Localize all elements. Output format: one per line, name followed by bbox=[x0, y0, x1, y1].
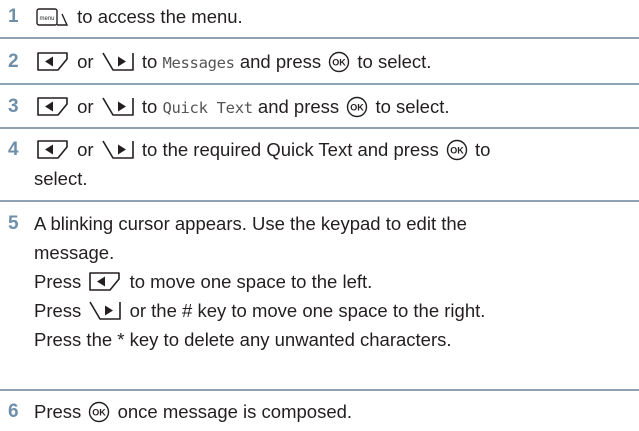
step-number: 3 bbox=[8, 96, 19, 117]
step-number: 6 bbox=[8, 401, 19, 422]
step-5-line-2: message. bbox=[34, 242, 115, 263]
and-press-text: and press bbox=[239, 51, 322, 72]
press-text: Press bbox=[34, 300, 82, 321]
menu-key-label: menu bbox=[39, 16, 54, 22]
left-arrow-key-icon bbox=[36, 96, 70, 118]
step-6: 6 Press OK once message is composed. bbox=[0, 391, 639, 431]
right-arrow-key-icon bbox=[101, 51, 135, 73]
step-number: 2 bbox=[8, 51, 19, 72]
step-2: 2 or to Messages and press OK to select. bbox=[0, 39, 639, 85]
to-text: to bbox=[475, 139, 491, 160]
step-number: 4 bbox=[8, 139, 19, 160]
left-arrow-key-icon bbox=[88, 271, 122, 293]
menu-target-quick-text: Quick Text bbox=[162, 99, 253, 117]
ok-key-icon: OK bbox=[346, 96, 368, 118]
left-arrow-key-icon bbox=[36, 139, 70, 161]
step-number: 5 bbox=[8, 213, 19, 234]
menu-target-messages: Messages bbox=[162, 54, 235, 72]
step-4-middle-text: to the required Quick Text and press bbox=[141, 139, 439, 160]
ok-key-icon: OK bbox=[446, 139, 468, 161]
menu-key-icon: menu bbox=[36, 6, 70, 28]
svg-text:OK: OK bbox=[333, 58, 347, 68]
to-select-text: to select. bbox=[375, 96, 450, 117]
step-4-line-2: select. bbox=[34, 168, 88, 189]
and-press-text: and press bbox=[257, 96, 340, 117]
press-text: Press bbox=[34, 401, 82, 422]
step-4: 4 or to the required Quick Text and pres… bbox=[0, 129, 639, 202]
instruction-steps: 1 menu to access the menu. 2 or to Messa… bbox=[0, 0, 639, 431]
or-text: or bbox=[77, 139, 94, 160]
ok-key-icon: OK bbox=[328, 51, 350, 73]
right-arrow-key-icon bbox=[101, 96, 135, 118]
move-left-text: to move one space to the left. bbox=[129, 271, 373, 292]
or-text: or bbox=[77, 96, 94, 117]
ok-key-icon: OK bbox=[88, 401, 110, 423]
or-text: or bbox=[77, 51, 94, 72]
step-5-line-4: Press or the # key to move one space to … bbox=[34, 296, 635, 325]
step-4-line-1: or to the required Quick Text and press … bbox=[34, 135, 635, 164]
to-select-text: to select. bbox=[357, 51, 432, 72]
step-5-line-3: Press to move one space to the left. bbox=[34, 267, 635, 296]
step-1: 1 menu to access the menu. bbox=[0, 0, 639, 39]
step-5-line-5: Press the * key to delete any unwanted c… bbox=[34, 329, 452, 350]
svg-text:OK: OK bbox=[93, 408, 107, 418]
step-5-line-1: A blinking cursor appears. Use the keypa… bbox=[34, 213, 467, 234]
press-text: Press bbox=[34, 271, 82, 292]
step-3: 3 or to Quick Text and press OK to selec… bbox=[0, 85, 639, 129]
composed-text: once message is composed. bbox=[117, 401, 353, 422]
right-arrow-key-icon bbox=[88, 300, 122, 322]
svg-text:OK: OK bbox=[351, 103, 365, 113]
step-1-text: to access the menu. bbox=[77, 6, 243, 27]
to-text: to bbox=[141, 96, 158, 117]
left-arrow-key-icon bbox=[36, 51, 70, 73]
step-5: 5 A blinking cursor appears. Use the key… bbox=[0, 202, 639, 391]
move-right-text: or the # key to move one space to the ri… bbox=[129, 300, 486, 321]
to-text: to bbox=[141, 51, 158, 72]
step-number: 1 bbox=[8, 6, 19, 27]
right-arrow-key-icon bbox=[101, 139, 135, 161]
svg-text:OK: OK bbox=[450, 146, 464, 156]
